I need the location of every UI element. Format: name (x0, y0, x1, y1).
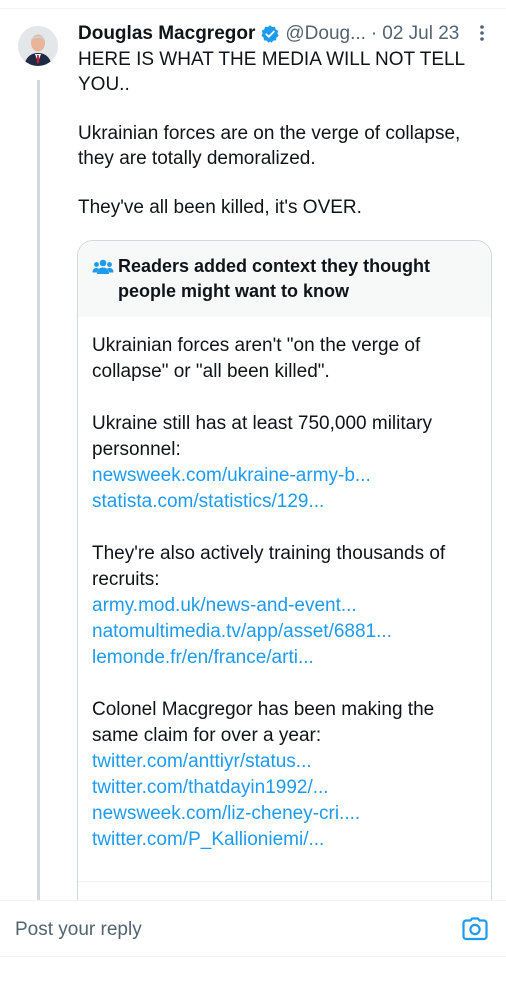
tweet-paragraph: HERE IS WHAT THE MEDIA WILL NOT TELL YOU… (78, 49, 465, 95)
top-divider (0, 0, 506, 9)
verified-badge-icon (260, 24, 280, 44)
note-link[interactable]: natomultimedia.tv/app/asset/6881... (92, 619, 477, 645)
note-section-text: Colonel Macgregor has been making the sa… (92, 699, 435, 746)
avatar[interactable] (18, 26, 58, 66)
note-link[interactable]: newsweek.com/ukraine-army-b... (92, 463, 477, 489)
separator-dot: · (370, 23, 378, 44)
note-link[interactable]: lemonde.fr/en/france/arti... (92, 645, 477, 671)
reply-input[interactable]: Post your reply (15, 919, 142, 941)
note-link[interactable]: statista.com/statistics/129... (92, 489, 477, 515)
note-section-text: Ukraine still has at least 750,000 milit… (92, 413, 433, 460)
people-icon (92, 257, 114, 277)
more-vertical-icon[interactable] (476, 23, 488, 47)
tweet-paragraph: Ukrainian forces are on the verge of col… (78, 123, 461, 169)
note-link[interactable]: newsweek.com/liz-cheney-cri.... (92, 801, 477, 827)
thread-line (37, 80, 40, 900)
note-link[interactable]: twitter.com/thatdayin1992/... (92, 775, 477, 801)
community-note-title: Readers added context they thought peopl… (118, 256, 431, 301)
author-handle[interactable]: @Doug... (285, 23, 366, 45)
community-note-header: Readers added context they thought peopl… (78, 241, 491, 317)
author-name[interactable]: Douglas Macgregor (78, 23, 255, 45)
note-link[interactable]: twitter.com/P_Kallioniemi/... (92, 827, 477, 853)
timestamp[interactable]: 02 Jul 23 (382, 23, 459, 45)
reply-bar: Post your reply (0, 900, 506, 961)
tweet-text: HERE IS WHAT THE MEDIA WILL NOT TELL YOU… (78, 47, 488, 220)
note-section-text: They're also actively training thousands… (92, 543, 446, 590)
tweet-paragraph: They've all been killed, it's OVER. (78, 197, 362, 218)
tweet-header: Douglas Macgregor @Doug... · 02 Jul 23 (78, 21, 488, 47)
note-link[interactable]: twitter.com/anttiyr/status... (92, 749, 477, 775)
reply-bar-bottom-divider (0, 956, 506, 957)
community-note-card[interactable]: Readers added context they thought peopl… (77, 240, 492, 922)
community-note-body: Ukrainian forces aren't "on the verge of… (78, 317, 491, 853)
note-footer-divider (78, 881, 491, 882)
camera-icon[interactable] (462, 917, 488, 941)
note-link[interactable]: army.mod.uk/news-and-event... (92, 593, 477, 619)
note-intro: Ukrainian forces aren't "on the verge of… (92, 335, 421, 382)
